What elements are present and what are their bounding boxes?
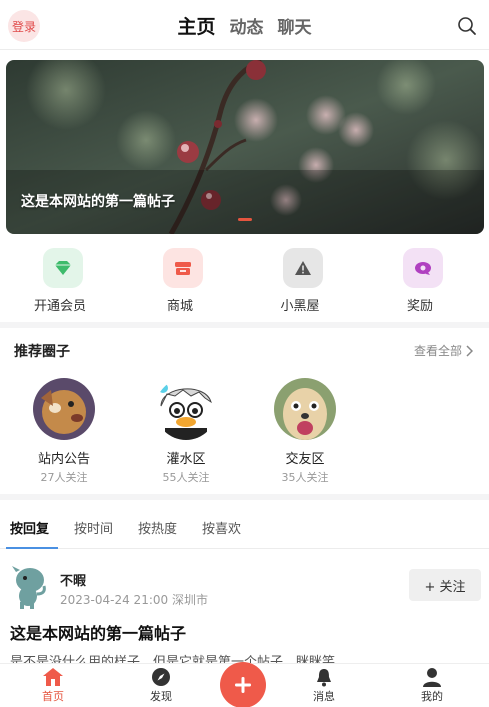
post-username[interactable]: 不暇 [60,570,86,589]
sort-tabs: 按回复 按时间 按热度 按喜欢 [0,505,489,549]
quick-link-reward[interactable]: 奖励 [360,248,480,320]
search-icon[interactable] [457,16,477,36]
circle-item[interactable]: 交友区 35人关注 [260,378,350,485]
circle-followers: 55人关注 [162,471,210,484]
user-icon [423,668,441,687]
nav-profile[interactable]: 我的 [402,667,462,704]
tab-chat[interactable]: 聊天 [278,13,312,38]
nav-discover[interactable]: 发现 [131,667,191,704]
nav-messages[interactable]: 消息 [294,667,354,704]
sort-tab-time[interactable]: 按时间 [74,518,113,537]
banner-carousel[interactable]: 这是本网站的第一篇帖子 [6,60,484,234]
circle-name: 站内公告 [37,452,90,467]
circle-followers: 35人关注 [281,471,329,484]
section-divider [0,494,489,500]
nav-label: 发现 [150,690,172,703]
bell-icon [317,669,331,687]
user-avatar[interactable] [10,562,50,610]
quick-link-blacklist[interactable]: 小黑屋 [240,248,360,320]
nav-home[interactable]: 首页 [23,667,83,704]
quick-link-label: 开通会员 [33,299,86,314]
shop-icon [163,248,203,288]
chevron-right-icon [466,344,473,357]
active-tab-indicator [6,547,58,549]
sort-tab-like[interactable]: 按喜欢 [202,518,241,537]
top-bar: 登录 主页 动态 聊天 [0,0,489,50]
sort-tab-hot[interactable]: 按热度 [138,518,177,537]
follow-button[interactable]: + 关注 [409,569,481,601]
plus-icon [235,677,251,693]
quick-link-shop[interactable]: 商城 [120,248,240,320]
compass-icon [152,668,170,686]
circle-name: 灌水区 [166,452,206,467]
post-title[interactable]: 这是本网站的第一篇帖子 [10,620,186,644]
tab-home[interactable]: 主页 [177,12,215,39]
post-meta: 2023-04-24 21:00 深圳市 [60,593,208,607]
nav-label: 我的 [421,690,443,703]
see-all-link[interactable]: 查看全部 [414,342,473,359]
section-title: 推荐圈子 [14,344,70,360]
carousel-indicator[interactable] [238,218,252,221]
nav-label: 消息 [313,690,335,703]
quick-link-label: 奖励 [406,299,433,314]
quick-link-label: 商城 [166,299,193,314]
quick-link-vip[interactable]: 开通会员 [0,248,120,320]
nav-label: 首页 [42,690,64,703]
circle-avatar [274,378,336,440]
circle-avatar [155,378,217,440]
reward-icon [403,248,443,288]
circle-followers: 27人关注 [40,471,88,484]
section-divider [0,322,489,328]
warning-icon [283,248,323,288]
banner-caption: 这是本网站的第一篇帖子 [21,194,175,210]
quick-link-label: 小黑屋 [280,299,320,314]
circle-name: 交友区 [285,452,325,467]
create-post-button[interactable] [220,662,266,707]
header-tabs: 主页 动态 聊天 [0,0,489,50]
sort-tab-reply[interactable]: 按回复 [10,518,49,537]
home-icon [43,668,63,686]
quick-links: 开通会员 商城 小黑屋 奖励 [0,248,489,320]
circle-item[interactable]: 站内公告 27人关注 [19,378,109,485]
tab-feed[interactable]: 动态 [230,13,264,38]
circle-item[interactable]: 灌水区 55人关注 [141,378,231,485]
circle-avatar [33,378,95,440]
diamond-icon [43,248,83,288]
see-all-label: 查看全部 [413,344,462,358]
